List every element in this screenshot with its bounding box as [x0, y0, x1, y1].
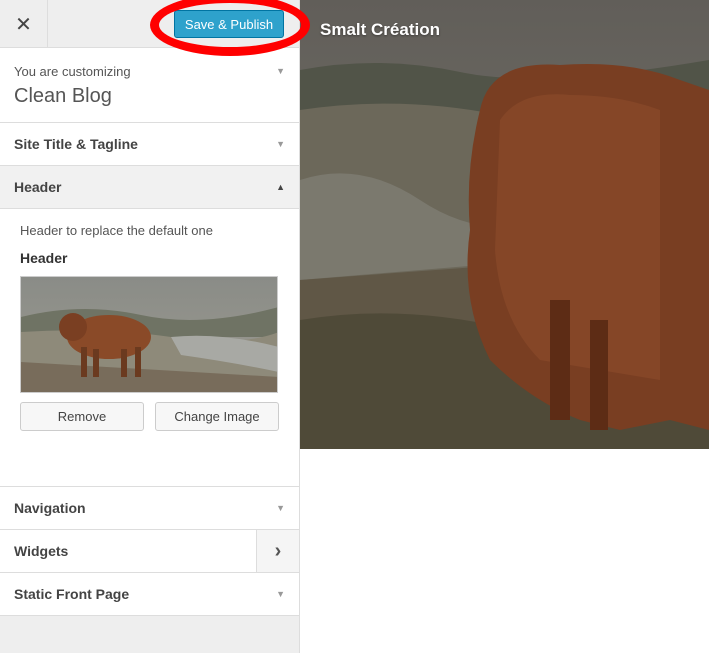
- site-preview[interactable]: Smalt Création: [300, 0, 709, 449]
- section-label: Widgets: [14, 543, 69, 559]
- header-image: [300, 0, 709, 449]
- chevron-right-icon[interactable]: ›: [256, 530, 299, 572]
- header-description: Header to replace the default one: [20, 223, 213, 238]
- header-subtitle: Header: [20, 250, 68, 266]
- header-image-thumbnail: [20, 276, 278, 393]
- theme-name: Clean Blog: [14, 85, 112, 107]
- section-label: Navigation: [14, 500, 86, 516]
- caret-down-icon: ▼: [276, 139, 285, 149]
- save-publish-button[interactable]: Save & Publish: [174, 10, 284, 38]
- customizing-info: You are customizing Clean Blog ▼: [0, 48, 299, 123]
- header-panel: Header to replace the default one Header: [0, 209, 299, 487]
- section-label: Site Title & Tagline: [14, 136, 138, 152]
- caret-up-icon: ▲: [276, 182, 285, 192]
- caret-down-icon: ▼: [276, 589, 285, 599]
- section-label: Static Front Page: [14, 586, 130, 602]
- customizer-sidebar: ✕ Save & Publish You are customizing Cle…: [0, 0, 300, 653]
- remove-image-button[interactable]: Remove: [20, 402, 144, 431]
- caret-down-icon[interactable]: ▼: [276, 66, 285, 76]
- section-header[interactable]: Header ▲: [0, 166, 299, 209]
- customizer-topbar: ✕ Save & Publish: [0, 0, 299, 48]
- section-static-front-page[interactable]: Static Front Page ▼: [0, 573, 299, 616]
- close-icon[interactable]: ✕: [0, 0, 48, 48]
- site-title[interactable]: Smalt Création: [320, 20, 440, 40]
- section-label: Header: [14, 179, 62, 195]
- section-widgets[interactable]: Widgets ›: [0, 530, 299, 573]
- change-image-button[interactable]: Change Image: [155, 402, 279, 431]
- caret-down-icon: ▼: [276, 503, 285, 513]
- customizing-prefix: You are customizing: [14, 64, 131, 79]
- section-site-title[interactable]: Site Title & Tagline ▼: [0, 123, 299, 166]
- section-navigation[interactable]: Navigation ▼: [0, 487, 299, 530]
